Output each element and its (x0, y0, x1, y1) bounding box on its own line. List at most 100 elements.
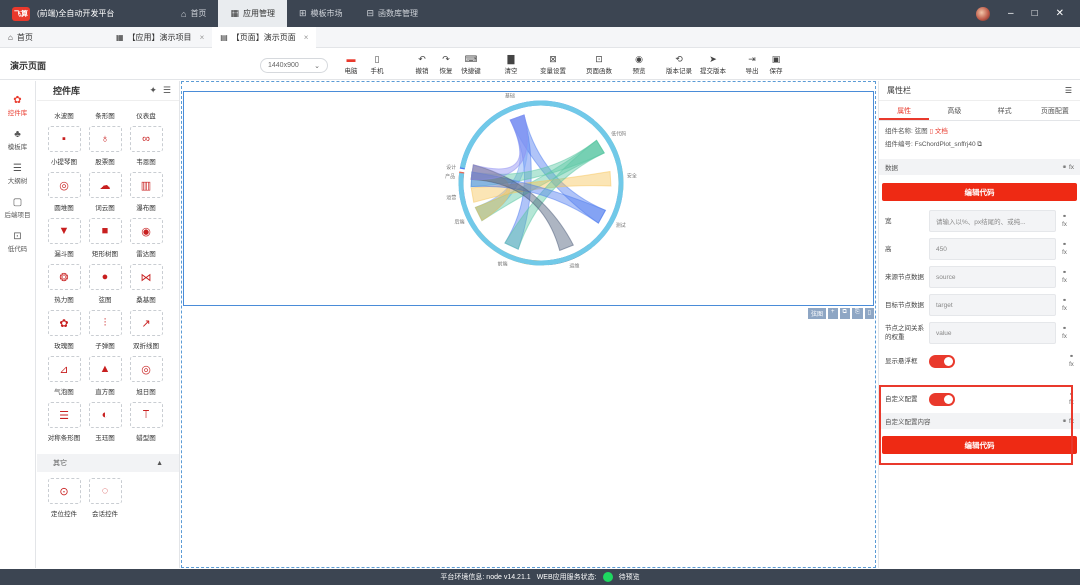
grid-icon: ▦ (116, 32, 124, 42)
section-other[interactable]: 其它 ▲ (37, 454, 179, 472)
preview-button[interactable]: ◉ 预览 (626, 53, 652, 75)
nav-app-management[interactable]: ▦ 应用管理 (218, 0, 287, 27)
nav-outline[interactable]: ☰ 大纲树 (0, 163, 35, 191)
component-tag[interactable]: 弦图 (808, 308, 827, 319)
component-item[interactable]: ◎ 旭日图 (129, 356, 163, 396)
component-item[interactable]: ▲ 直方图 (88, 356, 122, 396)
component-item[interactable]: ◌ 会话控件 (88, 478, 122, 518)
property-row: 高 450 ⚭ fx (879, 235, 1080, 263)
export-button[interactable]: ⇥ 导出 (740, 53, 764, 75)
fx-icon[interactable]: ⚭ fx (1069, 353, 1074, 369)
tab-page-config[interactable]: 页面配置 (1030, 105, 1080, 120)
show-tooltip-toggle[interactable] (929, 354, 955, 368)
page-functions-button[interactable]: ⊡ 页面函数 (582, 53, 616, 75)
tool-label: 保存 (769, 68, 783, 75)
component-item[interactable]: ◉ 雷达图 (129, 218, 163, 258)
fx-icon[interactable]: ⚭ fx (1062, 241, 1067, 257)
fx-icon[interactable]: ⚭ fx (1062, 325, 1067, 341)
redo-button[interactable]: ↷ 恢复 (434, 53, 458, 75)
doc-icon[interactable]: ▯ (929, 128, 933, 135)
component-icon: ◎ (129, 356, 163, 382)
nav-lowcode[interactable]: ⊡ 低代码 (0, 231, 35, 259)
property-input[interactable]: 请输入以%、px结尾的、或纯... (929, 210, 1056, 232)
component-item[interactable]: ❂ 热力图 (47, 264, 81, 304)
doc-link[interactable]: 文档 (935, 128, 948, 135)
component-icon: ▪ (47, 126, 81, 152)
property-input[interactable]: source (929, 266, 1056, 288)
tab-label: 【应用】演示项目 (127, 32, 192, 42)
resolution-select[interactable]: 1440x900 ⌄ (260, 58, 328, 73)
component-item[interactable]: ▥ 瀑布图 (129, 172, 163, 212)
nav-backend[interactable]: ▢ 后端项目 (0, 197, 35, 225)
edit-data-code-button[interactable]: 编辑代码 (882, 183, 1077, 201)
nav-templates[interactable]: ♣ 模板库 (0, 129, 35, 157)
delete-icon[interactable]: ▯ (864, 308, 874, 319)
add-icon[interactable]: + (828, 308, 838, 319)
component-item[interactable]: ⊿ 气泡图 (47, 356, 81, 396)
variables-button[interactable]: ⊠ 变量设置 (536, 53, 570, 75)
component-item[interactable]: ▪ 小提琴图 (47, 126, 81, 166)
mobile-button[interactable]: ▯ 手机 (364, 53, 390, 75)
component-item[interactable]: ☁ 词云图 (88, 172, 122, 212)
tab-properties[interactable]: 属性 (879, 105, 930, 120)
version-history-button[interactable]: ⟲ 版本记录 (662, 53, 696, 75)
list-icon[interactable]: ☰ (163, 85, 171, 96)
pin-icon[interactable]: ✦ (149, 85, 157, 96)
tab-label: 首页 (16, 32, 33, 42)
chord-chart-component[interactable]: 基础 低代码 安全 测试 运维 前端 后端 运营 产品 设计 (183, 91, 874, 306)
close-icon[interactable]: ✕ (1056, 8, 1064, 19)
component-item[interactable]: ∞ 韦恩图 (129, 126, 163, 166)
component-item[interactable]: ⟙ 蜡型图 (129, 402, 163, 442)
component-item[interactable]: ☰ 对称条形图 (47, 402, 81, 442)
link-fx-icon[interactable]: ⚭ fx (1062, 163, 1074, 171)
nav-function-library[interactable]: ⊟ 函数库管理 (355, 0, 431, 27)
component-item[interactable]: ▼ 漏斗图 (47, 218, 81, 258)
maximize-icon[interactable]: □ (1032, 8, 1038, 19)
copy-icon[interactable]: ⧉ (839, 308, 850, 319)
menu-icon[interactable]: ☰ (1065, 86, 1072, 95)
component-item[interactable]: ⋈ 桑基图 (129, 264, 163, 304)
avatar[interactable] (976, 6, 990, 21)
clear-button[interactable]: ▇ 清空 (498, 53, 524, 75)
nav-controls[interactable]: ✿ 控件库 (0, 95, 35, 123)
component-item[interactable]: ✿ 玫瑰图 (47, 310, 81, 350)
component-item[interactable]: ⊙ 定位控件 (47, 478, 81, 518)
component-item[interactable]: ◎ 圆堆图 (47, 172, 81, 212)
tab-style[interactable]: 样式 (980, 105, 1030, 120)
tab-page-demo[interactable]: ▤ 【页面】演示页面 × (212, 26, 317, 48)
fx-icon[interactable]: ⚭ fx (1062, 297, 1067, 313)
property-input[interactable]: 450 (929, 238, 1056, 260)
component-item[interactable]: ■ 矩形树图 (88, 218, 122, 258)
field-label: 节点之间关系的权重 (885, 325, 924, 341)
component-item[interactable]: ◐ 玉珏图 (88, 402, 122, 442)
component-item[interactable]: ♁ 股票图 (88, 126, 122, 166)
shortcut-button[interactable]: ⌨ 快捷键 (458, 53, 484, 75)
toolbar: 演示页面 1440x900 ⌄ ▬ 电脑 ▯ 手机 ↶ 撤销 ↷ 恢复 ⌨ 快捷键 ▇ 清空 … (0, 48, 1080, 80)
chord-label: 基础 (505, 92, 515, 99)
fx-icon[interactable]: ⚭ fx (1062, 269, 1067, 285)
tab-advanced[interactable]: 高级 (929, 105, 979, 120)
desktop-button[interactable]: ▬ 电脑 (338, 53, 364, 75)
tab-app-project[interactable]: ▦ 【应用】演示项目 × (108, 27, 212, 48)
close-icon[interactable]: × (200, 33, 205, 42)
save-button[interactable]: ▣ 保存 (764, 53, 788, 75)
property-input[interactable]: value (929, 322, 1056, 344)
nav-home[interactable]: ⌂ 首页 (169, 0, 218, 27)
fx-icon[interactable]: ⚭ fx (1062, 213, 1067, 229)
duplicate-icon[interactable]: ⎘ (851, 308, 863, 319)
undo-button[interactable]: ↶ 撤销 (410, 53, 434, 75)
component-item[interactable]: 水波图 (47, 106, 81, 120)
nav-template-market[interactable]: ⊞ 模板市场 (287, 0, 355, 27)
close-icon[interactable]: × (304, 33, 309, 42)
submit-version-button[interactable]: ➤ 提交版本 (696, 53, 730, 75)
component-item[interactable]: 仪表盘 (129, 106, 163, 120)
minimize-icon[interactable]: – (1008, 8, 1014, 19)
property-input[interactable]: target (929, 294, 1056, 316)
tab-home[interactable]: ⌂ 首页 (0, 32, 108, 43)
component-item[interactable]: 条形图 (88, 106, 122, 120)
copy-icon[interactable]: ⧉ (977, 141, 982, 148)
component-item[interactable]: ● 弦图 (88, 264, 122, 304)
component-item[interactable]: ↗ 双折线图 (129, 310, 163, 350)
component-icon: ▼ (47, 218, 81, 244)
component-item[interactable]: ⫶ 子弹图 (88, 310, 122, 350)
